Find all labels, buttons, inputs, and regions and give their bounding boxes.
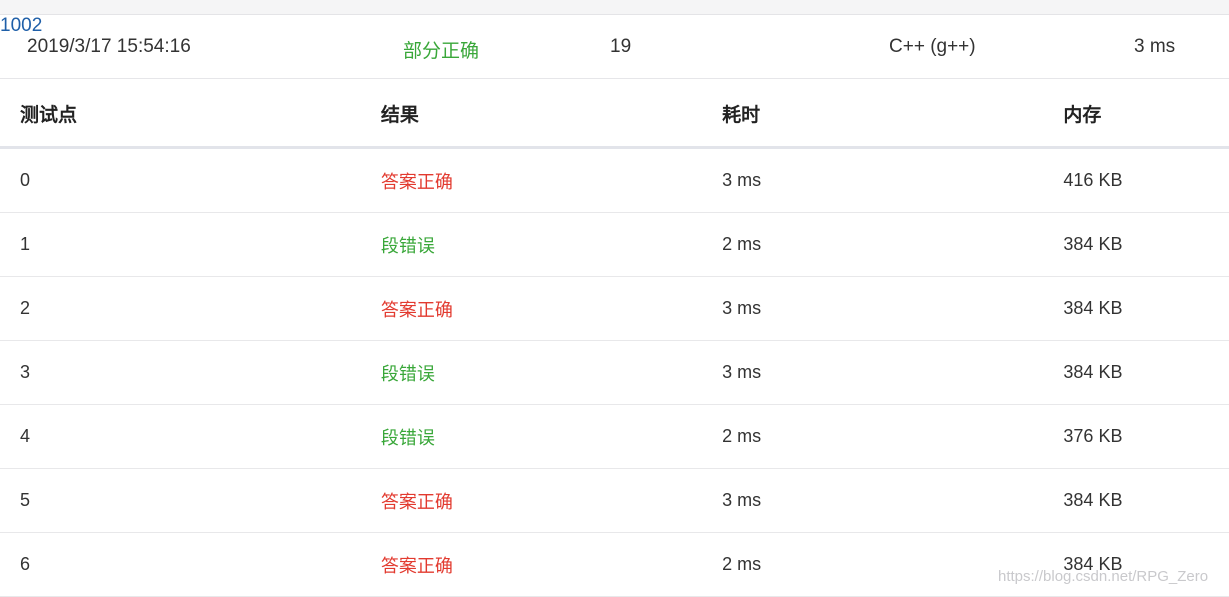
case-result: 答案正确 — [380, 276, 723, 341]
case-id: 1 — [0, 212, 381, 277]
case-result: 答案正确 — [380, 532, 723, 597]
top-strip — [0, 0, 1229, 15]
case-id: 0 — [0, 147, 381, 213]
case-time: 2 ms — [722, 404, 1064, 469]
table-row: 5 答案正确 3 ms 384 KB — [0, 468, 1229, 533]
test-cases-table: 测试点 结果 耗时 内存 0 答案正确 3 ms 416 KB 1 段错误 2 … — [0, 80, 1229, 597]
table-row: 0 答案正确 3 ms 416 KB — [0, 147, 1229, 213]
case-id: 5 — [0, 468, 381, 533]
header-time: 耗时 — [722, 80, 1064, 149]
submission-status: 部分正确 — [403, 41, 480, 62]
header-memory: 内存 — [1063, 80, 1229, 149]
submission-duration: 3 ms — [1134, 36, 1176, 57]
case-memory: 384 KB — [1063, 532, 1229, 597]
case-id: 6 — [0, 532, 381, 597]
problem-link[interactable]: 1002 — [0, 15, 42, 36]
case-memory: 416 KB — [1063, 147, 1229, 213]
case-result: 段错误 — [380, 340, 723, 405]
case-time: 3 ms — [722, 147, 1064, 213]
watermark: https://blog.csdn.net/RPG_Zero — [998, 568, 1209, 585]
submission-score: 19 — [610, 36, 632, 57]
case-memory: 384 KB — [1063, 340, 1229, 405]
case-result: 答案正确 — [380, 147, 723, 213]
case-time: 3 ms — [722, 276, 1064, 341]
header-case: 测试点 — [0, 80, 381, 149]
case-id: 2 — [0, 276, 381, 341]
submission-row: 2019/3/17 15:54:16 部分正确 19 1002 C++ (g++… — [0, 15, 1229, 79]
case-result: 段错误 — [380, 212, 723, 277]
case-time: 3 ms — [722, 340, 1064, 405]
table-row: 2 答案正确 3 ms 384 KB — [0, 276, 1229, 341]
case-result: 段错误 — [380, 404, 723, 469]
case-memory: 384 KB — [1063, 212, 1229, 277]
table-row: 6 答案正确 2 ms 384 KB — [0, 532, 1229, 597]
submission-language: C++ (g++) — [889, 36, 976, 57]
case-id: 4 — [0, 404, 381, 469]
table-row: 1 段错误 2 ms 384 KB — [0, 212, 1229, 277]
case-memory: 384 KB — [1063, 276, 1229, 341]
case-memory: 384 KB — [1063, 468, 1229, 533]
case-result: 答案正确 — [380, 468, 723, 533]
case-memory: 376 KB — [1063, 404, 1229, 469]
case-time: 3 ms — [722, 468, 1064, 533]
table-row: 3 段错误 3 ms 384 KB — [0, 340, 1229, 405]
case-time: 2 ms — [722, 532, 1064, 597]
submission-time: 2019/3/17 15:54:16 — [27, 36, 191, 57]
case-time: 2 ms — [722, 212, 1064, 277]
case-id: 3 — [0, 340, 381, 405]
table-header-row: 测试点 结果 耗时 内存 — [0, 80, 1229, 149]
table-row: 4 段错误 2 ms 376 KB — [0, 404, 1229, 469]
header-result: 结果 — [380, 80, 723, 149]
